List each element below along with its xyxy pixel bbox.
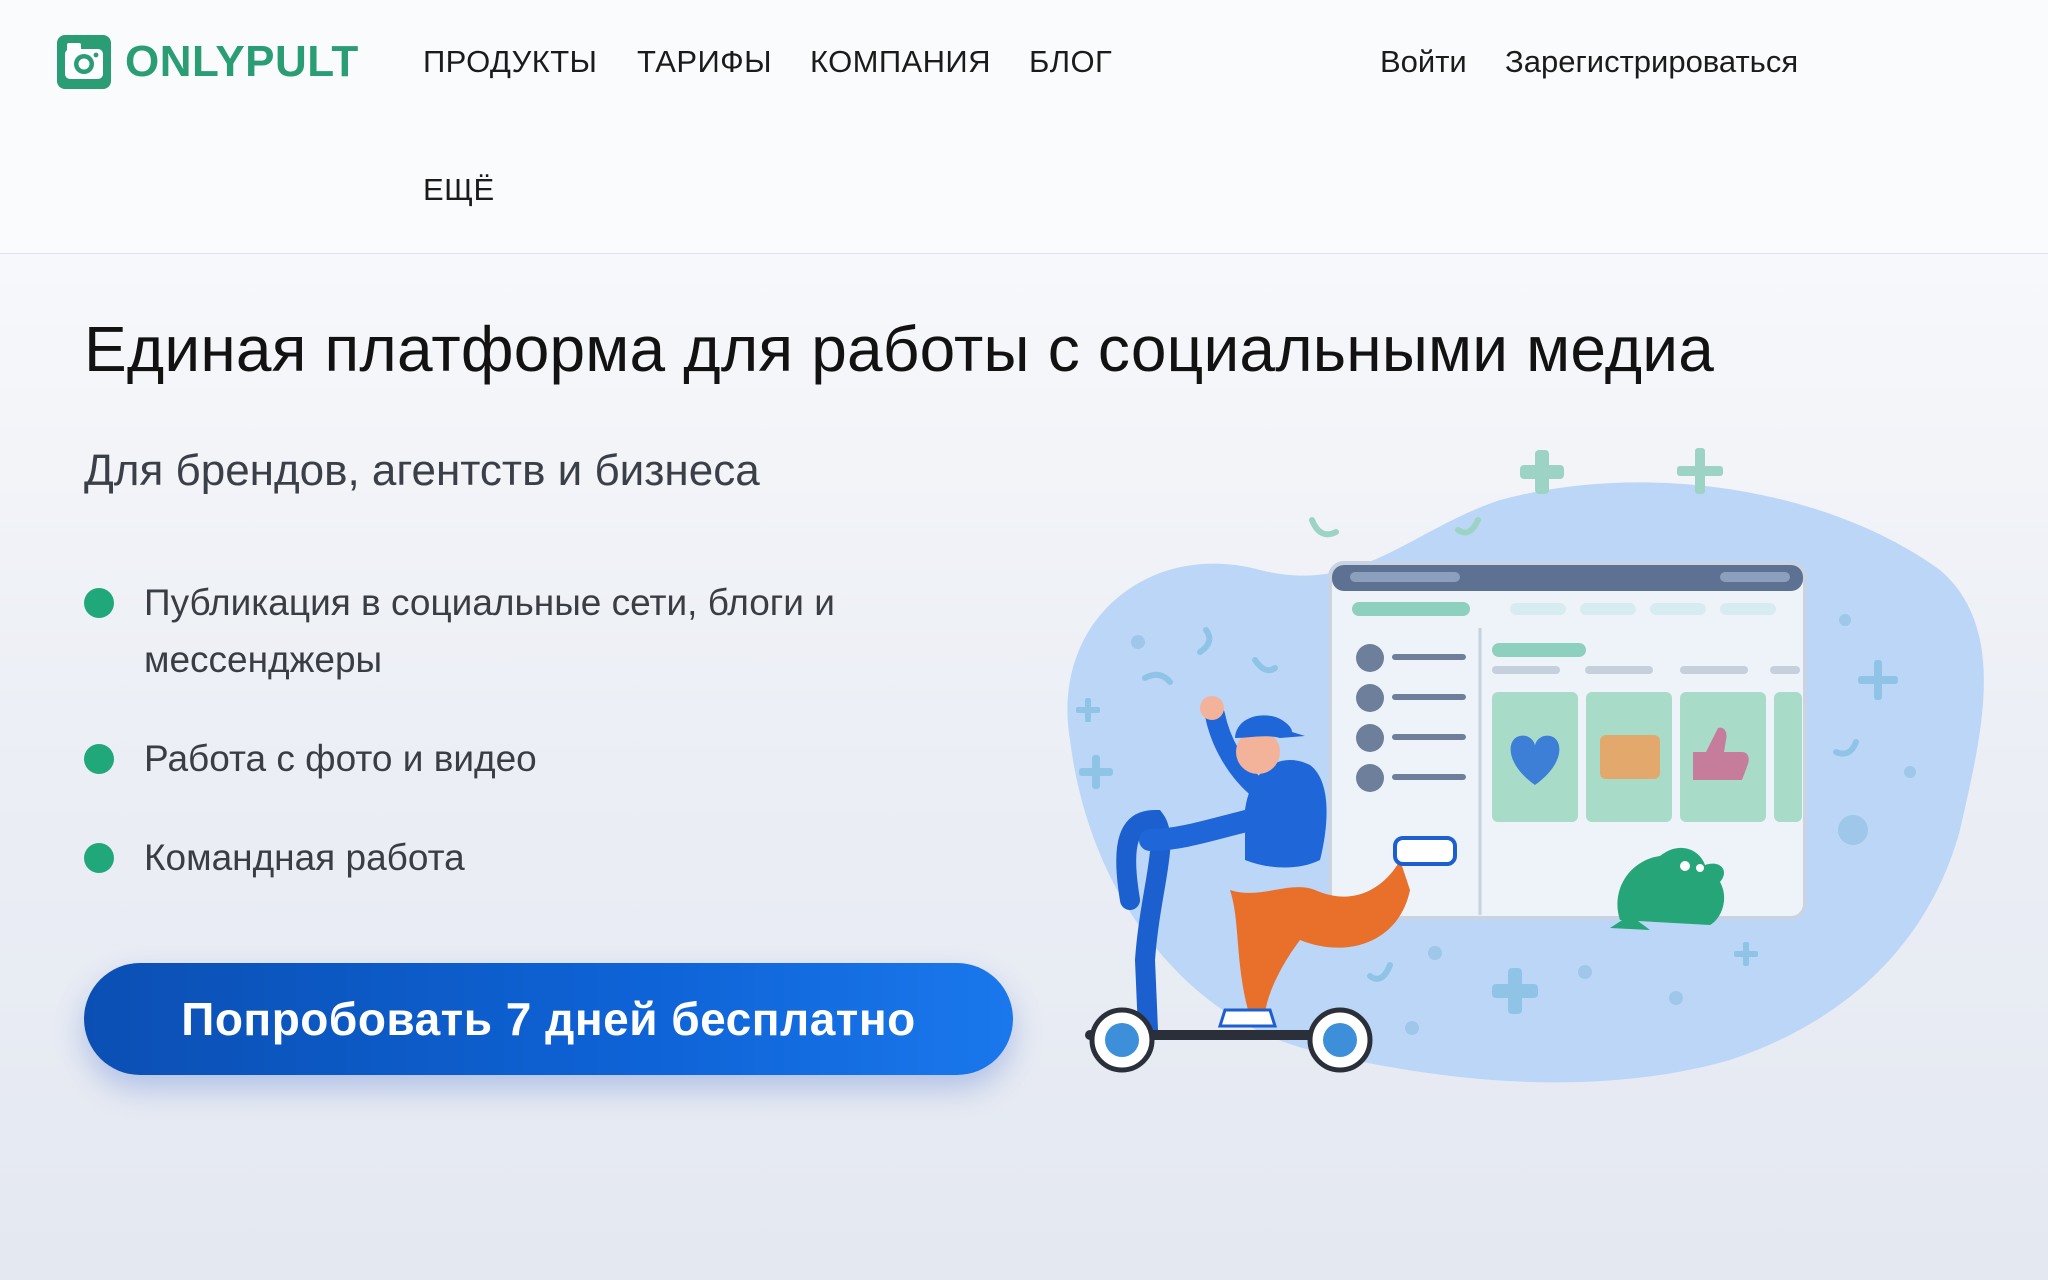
logo-text: ONLYPULT — [125, 37, 359, 86]
scooter-rider-with-dashboard-illustration — [1067, 448, 1984, 1083]
logo[interactable]: ONLYPULT — [57, 34, 359, 90]
site-header: ONLYPULT ПРОДУКТЫ ТАРИФЫ КОМПАНИЯ БЛОГ Е… — [0, 0, 2048, 254]
bullet-dot-icon — [84, 843, 114, 873]
nav-company[interactable]: КОМПАНИЯ — [810, 44, 991, 80]
camera-logo-icon — [57, 35, 111, 89]
register-link[interactable]: Зарегистрироваться — [1505, 44, 1798, 80]
feature-item: Командная работа — [84, 829, 984, 886]
feature-text: Работа с фото и видео — [144, 738, 537, 779]
bullet-dot-icon — [84, 588, 114, 618]
try-free-button[interactable]: Попробовать 7 дней бесплатно — [84, 963, 1013, 1075]
feature-item: Публикация в социальные сети, блоги и ме… — [84, 574, 984, 688]
nav-more[interactable]: ЕЩЁ — [423, 172, 495, 208]
feature-list: Публикация в социальные сети, блоги и ме… — [84, 574, 984, 886]
login-link[interactable]: Войти — [1380, 44, 1467, 80]
nav-pricing[interactable]: ТАРИФЫ — [637, 44, 772, 80]
bullet-dot-icon — [84, 744, 114, 774]
hero-subtitle: Для брендов, агентств и бизнеса — [84, 446, 760, 495]
feature-text: Командная работа — [144, 837, 465, 878]
feature-item: Работа с фото и видео — [84, 730, 984, 787]
nav-products[interactable]: ПРОДУКТЫ — [423, 44, 597, 80]
feature-text: Публикация в социальные сети, блоги и ме… — [144, 582, 835, 680]
nav-blog[interactable]: БЛОГ — [1029, 44, 1112, 80]
chat-bubble-icon — [1600, 735, 1660, 779]
page-title: Единая платформа для работы с социальным… — [84, 313, 1715, 385]
